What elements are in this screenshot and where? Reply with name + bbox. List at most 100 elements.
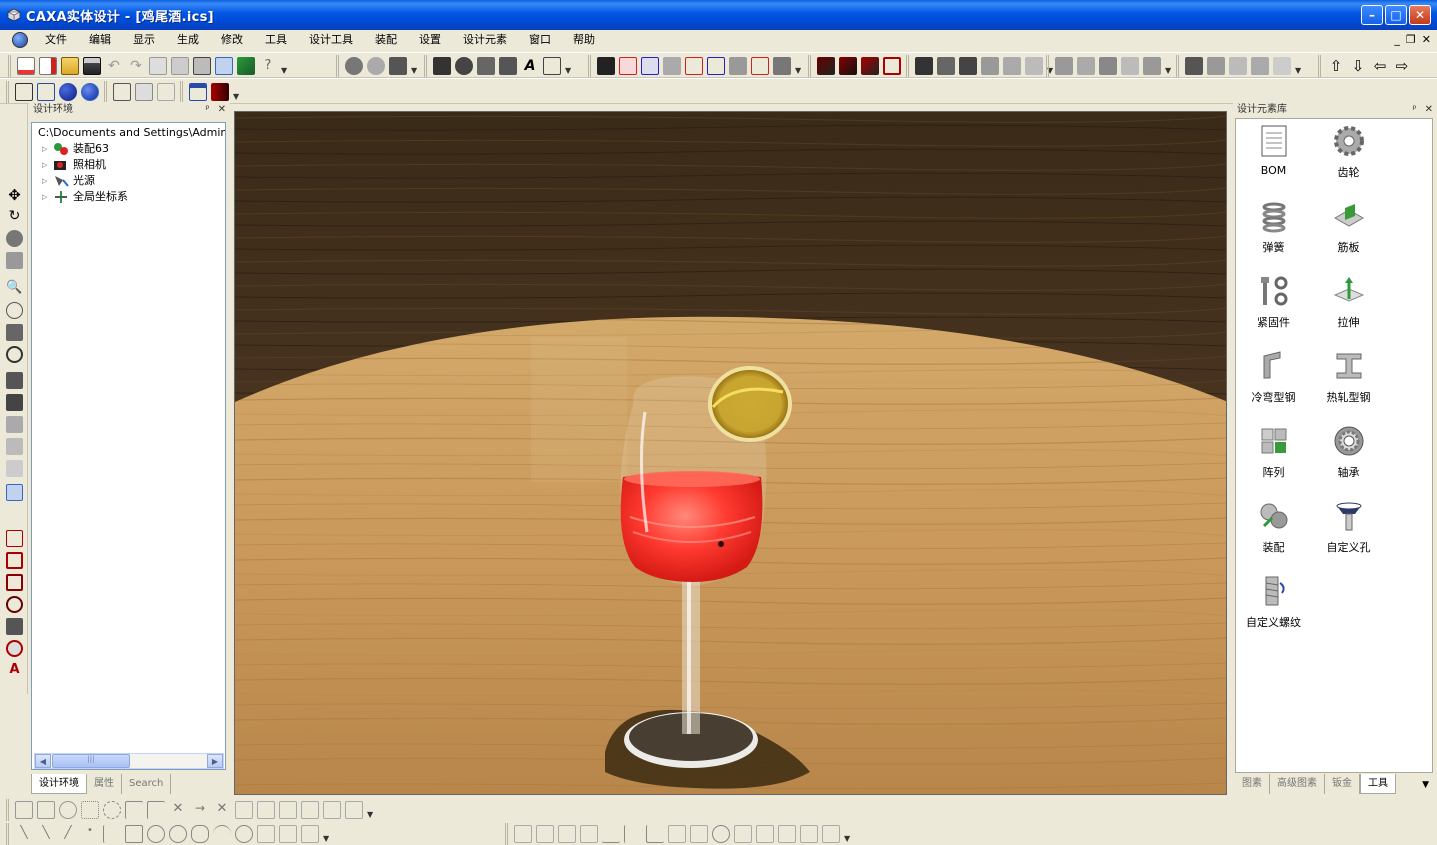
- horizontal-icon[interactable]: [602, 825, 620, 843]
- walk-tool-icon[interactable]: [6, 230, 23, 247]
- target-icon[interactable]: [6, 346, 23, 363]
- pin-icon[interactable]: ᵖ: [1412, 102, 1416, 118]
- toolbar-overflow-icon[interactable]: ▼: [795, 57, 803, 75]
- scale-icon[interactable]: [279, 801, 297, 819]
- tree-node-assembly[interactable]: ▷ 装配63: [32, 141, 225, 157]
- loop-select-icon[interactable]: [6, 596, 23, 613]
- vertical-icon[interactable]: [624, 825, 642, 843]
- expand-icon[interactable]: ▷: [42, 173, 51, 189]
- close-button[interactable]: ✕: [1409, 5, 1431, 25]
- arrow-down-icon[interactable]: ⇩: [1349, 57, 1367, 75]
- sketch-circle-icon[interactable]: [59, 801, 77, 819]
- frame-icon[interactable]: [543, 57, 561, 75]
- symmetric-icon[interactable]: [668, 825, 686, 843]
- library-item-bom[interactable]: BOM: [1236, 123, 1311, 183]
- surface-icon[interactable]: [839, 57, 857, 75]
- point-icon[interactable]: •: [81, 825, 99, 843]
- library-item-custom-thread[interactable]: 自定义螺纹: [1236, 573, 1311, 633]
- mdi-restore-button[interactable]: ❐: [1406, 33, 1416, 46]
- lighting-icon[interactable]: [367, 57, 385, 75]
- angle-icon[interactable]: [778, 825, 796, 843]
- fillet-sketch-icon[interactable]: [125, 801, 143, 819]
- 3d-viewport[interactable]: [234, 111, 1227, 795]
- toolbar-overflow-icon[interactable]: ▼: [1165, 57, 1173, 75]
- menu-file[interactable]: 文件: [34, 30, 78, 50]
- document-icon[interactable]: [12, 32, 28, 48]
- midpoint-icon[interactable]: [690, 825, 708, 843]
- blend-icon[interactable]: [1003, 57, 1021, 75]
- toolbar-overflow-icon[interactable]: ▼: [565, 57, 573, 75]
- material-icon[interactable]: [211, 83, 229, 101]
- polyline-icon[interactable]: ╲: [37, 825, 55, 843]
- perpendicular-icon[interactable]: [103, 825, 121, 843]
- redo-icon[interactable]: ↷: [127, 57, 145, 75]
- camera-orbit-icon[interactable]: [6, 394, 23, 411]
- menu-window[interactable]: 窗口: [518, 30, 562, 50]
- menu-design-elements[interactable]: 设计元素: [452, 30, 518, 50]
- copy-icon[interactable]: [149, 57, 167, 75]
- edge-select-icon[interactable]: [6, 574, 23, 591]
- move-tool-icon[interactable]: ✥: [6, 186, 23, 204]
- tool-icon[interactable]: [499, 57, 517, 75]
- save-icon[interactable]: [83, 57, 101, 75]
- tab-design-environment[interactable]: 设计环境: [31, 774, 87, 794]
- tangent-icon[interactable]: [558, 825, 576, 843]
- paste-icon[interactable]: [171, 57, 189, 75]
- tab-sheet-metal[interactable]: 钣金: [1325, 774, 1360, 794]
- expand-icon[interactable]: ▷: [42, 189, 51, 205]
- title-bar[interactable]: CAXA实体设计 - [鸡尾酒.ics] – □ ✕: [0, 0, 1437, 30]
- pattern-icon[interactable]: [773, 57, 791, 75]
- new-design-icon[interactable]: [39, 57, 57, 75]
- on-curve-icon[interactable]: [822, 825, 840, 843]
- sketch-dots-icon[interactable]: [81, 801, 99, 819]
- spline-icon[interactable]: [257, 825, 275, 843]
- trim-icon[interactable]: ✕: [169, 801, 187, 819]
- zoom-fit-icon[interactable]: [6, 324, 23, 341]
- library-item-extrude[interactable]: 拉伸: [1311, 273, 1386, 333]
- tab-tools[interactable]: 工具: [1360, 774, 1396, 794]
- tab-properties[interactable]: 属性: [87, 774, 122, 794]
- dimension-icon[interactable]: [301, 801, 319, 819]
- camera-move-icon[interactable]: [6, 372, 23, 389]
- library-item-assembly[interactable]: 装配: [1236, 498, 1311, 558]
- section-icon[interactable]: [861, 57, 879, 75]
- design-tree-toggle-icon[interactable]: [215, 57, 233, 75]
- window-view-icon[interactable]: [189, 83, 207, 101]
- pan-tool-icon[interactable]: [6, 252, 23, 269]
- shell-icon[interactable]: [729, 57, 747, 75]
- paint-icon[interactable]: [1251, 57, 1269, 75]
- toolbar-overflow-icon[interactable]: ▼: [1295, 57, 1303, 75]
- cube-front-icon[interactable]: [113, 83, 131, 101]
- measure-icon[interactable]: [1143, 57, 1161, 75]
- library-item-rib[interactable]: 筋板: [1311, 198, 1386, 258]
- intersect-icon[interactable]: [1099, 57, 1117, 75]
- arrow-right-icon[interactable]: ⇨: [1393, 57, 1411, 75]
- tree-node-camera[interactable]: ▷ 照相机: [32, 157, 225, 173]
- menu-edit[interactable]: 编辑: [78, 30, 122, 50]
- open-folder-icon[interactable]: [61, 57, 79, 75]
- fix-icon[interactable]: [734, 825, 752, 843]
- sketch-grid-icon[interactable]: [15, 801, 33, 819]
- zoom-window-icon[interactable]: [6, 302, 23, 319]
- toolbar-overflow-icon[interactable]: ▼: [844, 825, 852, 843]
- parallel-icon[interactable]: [536, 825, 554, 843]
- library-item-cold-formed-steel[interactable]: 冷弯型钢: [1236, 348, 1311, 408]
- pin-icon[interactable]: ᵖ: [205, 102, 209, 118]
- cube-hidden-icon[interactable]: [157, 83, 175, 101]
- menu-generate[interactable]: 生成: [166, 30, 210, 50]
- sketch-gear-icon[interactable]: [103, 801, 121, 819]
- undo-icon[interactable]: ↶: [105, 57, 123, 75]
- move-icon[interactable]: [433, 57, 451, 75]
- rectangle-icon[interactable]: [125, 825, 143, 843]
- extrude-icon[interactable]: [597, 57, 615, 75]
- break-icon[interactable]: ✕: [213, 801, 231, 819]
- pointer-icon[interactable]: [6, 530, 23, 547]
- constraint-icon[interactable]: [883, 57, 901, 75]
- eyedropper-icon[interactable]: [1229, 57, 1247, 75]
- menu-view[interactable]: 显示: [122, 30, 166, 50]
- subtract-icon[interactable]: [1077, 57, 1095, 75]
- menu-help[interactable]: 帮助: [562, 30, 606, 50]
- smart-snap-icon[interactable]: [1121, 57, 1139, 75]
- extend-icon[interactable]: →: [191, 801, 209, 819]
- scroll-right-icon[interactable]: ▶: [207, 754, 223, 768]
